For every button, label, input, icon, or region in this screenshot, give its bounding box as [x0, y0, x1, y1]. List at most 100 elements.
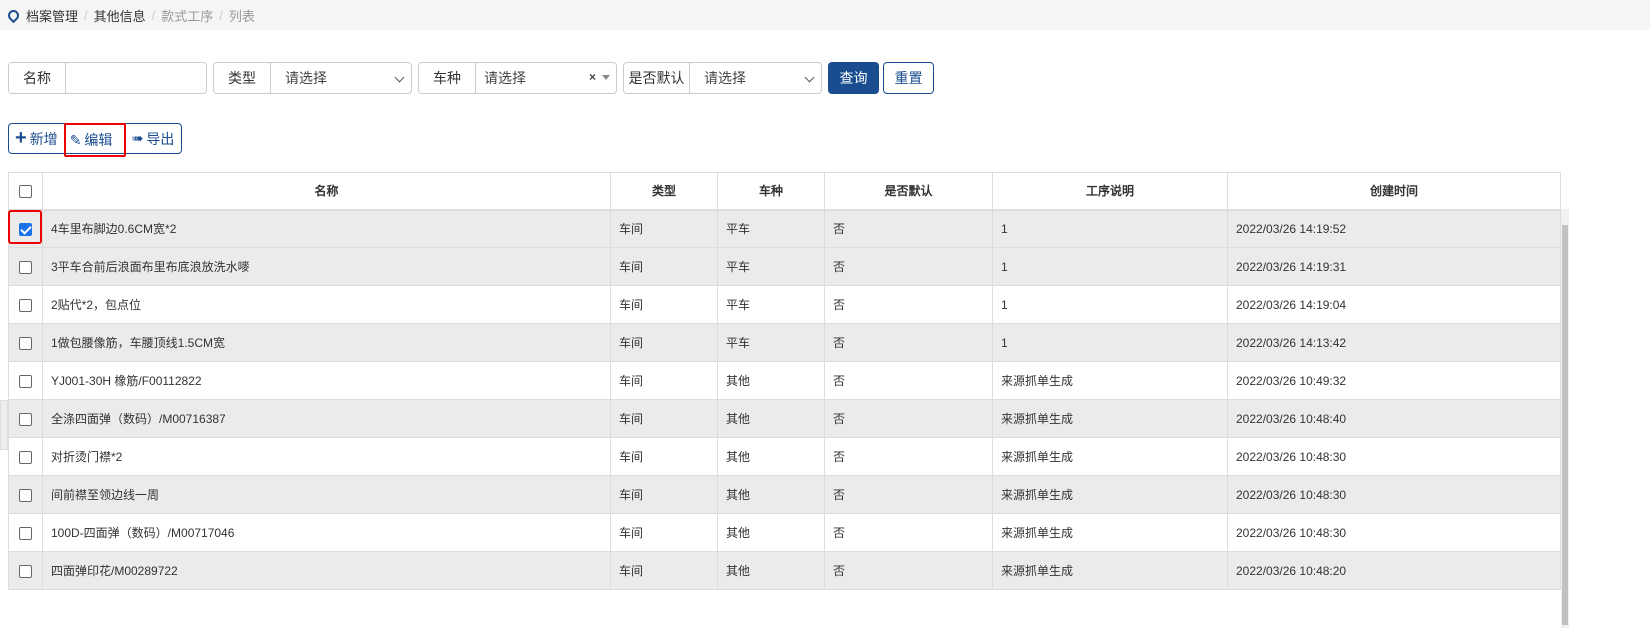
pencil-icon: ✎: [69, 131, 82, 148]
cell-created: 2022/03/26 14:19:31: [1227, 247, 1561, 286]
default-select[interactable]: 请选择: [690, 63, 821, 93]
cell-car: 其他: [717, 399, 825, 438]
cell-desc: 来源抓单生成: [992, 361, 1228, 400]
cell-name: 间前襟至领边线一周: [42, 475, 611, 514]
toolbar: + 新增 ✎ 编辑 ➠ 导出: [8, 123, 182, 157]
car-label: 车种: [419, 63, 476, 93]
cell-desc: 来源抓单生成: [992, 475, 1228, 514]
breadcrumb-item: 列表: [228, 8, 255, 24]
cell-car: 其他: [717, 437, 825, 476]
row-select-cell: [8, 513, 43, 552]
cell-name: 100D-四面弹（数码）/M00717046: [42, 513, 611, 552]
reset-button[interactable]: 重置: [883, 62, 934, 94]
row-checkbox[interactable]: [19, 564, 32, 578]
cell-desc: 来源抓单生成: [992, 551, 1228, 590]
highlight-box: [8, 210, 42, 244]
caret-down-icon: [602, 75, 610, 84]
cell-created: 2022/03/26 10:48:30: [1227, 475, 1561, 514]
add-button[interactable]: + 新增: [9, 124, 64, 153]
cell-name: 对折烫门襟*2: [42, 437, 611, 476]
row-checkbox[interactable]: [19, 526, 32, 540]
cell-default: 否: [824, 361, 993, 400]
cell-default: 否: [824, 513, 993, 552]
cell-default: 否: [824, 437, 993, 476]
cell-type: 车间: [610, 285, 718, 324]
row-select-cell: [8, 247, 43, 286]
table-row[interactable]: 1做包腰像筋，车腰顶线1.5CM宽 车间 平车否 1 2022/03/26 14:13:…: [8, 323, 1561, 362]
table-row[interactable]: 3平车合前后浪面布里布底浪放洗水嘜 车间 平车否 1 2022/03/26 14:19:…: [8, 247, 1561, 286]
select-all-checkbox[interactable]: [19, 184, 32, 198]
car-filter: 车种 请选择 ×: [418, 62, 617, 94]
export-button[interactable]: ➠ 导出: [126, 124, 181, 153]
type-label: 类型: [214, 63, 271, 93]
table-row[interactable]: 2贴代*2，包点位 车间 平车否 1 2022/03/26 14:19:04: [8, 285, 1561, 324]
table-row[interactable]: 间前襟至领边线一周 车间 其他否来源抓单生成 2022/03/26 10:48:30: [8, 475, 1561, 514]
table-row[interactable]: 全涤四面弹（数码）/M00716387 车间 其他否来源抓单生成 2022/03/26…: [8, 399, 1561, 438]
breadcrumb-item[interactable]: 其他信息: [94, 6, 146, 25]
cell-type: 车间: [610, 399, 718, 438]
row-checkbox[interactable]: [19, 374, 32, 388]
sidebar-toggle[interactable]: [0, 400, 8, 450]
row-checkbox[interactable]: [19, 488, 32, 502]
cell-car: 平车: [717, 285, 825, 324]
cell-type: 车间: [610, 513, 718, 552]
plus-icon: +: [15, 127, 27, 149]
cell-car: 其他: [717, 551, 825, 590]
cell-name: 四面弹印花/M00289722: [42, 551, 611, 590]
table-row[interactable]: 四面弹印花/M00289722 车间 其他否来源抓单生成 2022/03/26 10:…: [8, 551, 1561, 590]
table-row[interactable]: 100D-四面弹（数码）/M00717046 车间 其他否来源抓单生成 2022/03…: [8, 513, 1561, 552]
filter-bar: 名称 类型 请选择 车种 请选择 × 是否默认 请选择 查询 重置: [8, 62, 934, 94]
row-select-cell: [8, 551, 43, 590]
header-type[interactable]: 类型: [610, 172, 718, 211]
cell-car: 其他: [717, 513, 825, 552]
edit-button[interactable]: ✎ 编辑: [63, 123, 126, 157]
type-select[interactable]: 请选择: [271, 63, 411, 93]
row-checkbox[interactable]: [19, 260, 32, 274]
clear-icon[interactable]: ×: [589, 70, 596, 84]
type-select-value: 请选择: [285, 70, 327, 86]
data-table: 名称 类型 车种 是否默认 工序说明 创建时间 4车里布脚边0.6CM宽*2 车间…: [8, 172, 1561, 590]
cell-type: 车间: [610, 361, 718, 400]
row-checkbox[interactable]: [19, 298, 32, 312]
header-default[interactable]: 是否默认: [824, 172, 993, 211]
cell-car: 其他: [717, 475, 825, 514]
cell-car: 平车: [717, 323, 825, 362]
cell-car: 平车: [717, 247, 825, 286]
cell-car: 其他: [717, 361, 825, 400]
cell-desc: 1: [992, 285, 1228, 324]
table-row[interactable]: 4车里布脚边0.6CM宽*2 车间 平车否 1 2022/03/26 14:19:52: [8, 209, 1561, 248]
add-label: 新增: [29, 130, 58, 147]
cell-default: 否: [824, 475, 993, 514]
breadcrumb: 档案管理 / 其他信息 / 款式工序 / 列表: [0, 0, 1650, 30]
cell-type: 车间: [610, 247, 718, 286]
breadcrumb-item[interactable]: 档案管理: [26, 6, 78, 25]
table-row[interactable]: YJ001-30H 橡筋/F00112822 车间 其他否来源抓单生成 2022/03…: [8, 361, 1561, 400]
cell-desc: 1: [992, 209, 1228, 248]
cell-desc: 来源抓单生成: [992, 437, 1228, 476]
cell-type: 车间: [610, 323, 718, 362]
cell-created: 2022/03/26 14:19:04: [1227, 285, 1561, 324]
cell-default: 否: [824, 551, 993, 590]
cell-type: 车间: [610, 551, 718, 590]
scrollbar[interactable]: [1561, 209, 1569, 628]
header-created[interactable]: 创建时间: [1227, 172, 1561, 211]
row-select-cell: [8, 437, 43, 476]
scrollbar-thumb[interactable]: [1562, 225, 1568, 625]
cell-default: 否: [824, 399, 993, 438]
name-input[interactable]: [66, 63, 206, 93]
row-checkbox[interactable]: [19, 336, 32, 350]
cell-default: 否: [824, 285, 993, 324]
cell-created: 2022/03/26 14:13:42: [1227, 323, 1561, 362]
car-select[interactable]: 请选择 ×: [476, 63, 616, 93]
table-header: 名称 类型 车种 是否默认 工序说明 创建时间: [8, 172, 1561, 211]
row-checkbox[interactable]: [19, 412, 32, 426]
table-row[interactable]: 对折烫门襟*2 车间 其他否来源抓单生成 2022/03/26 10:48:30: [8, 437, 1561, 476]
header-desc[interactable]: 工序说明: [992, 172, 1228, 211]
location-pin-icon: [5, 7, 22, 23]
header-name[interactable]: 名称: [42, 172, 611, 211]
cell-created: 2022/03/26 10:48:30: [1227, 513, 1561, 552]
header-car[interactable]: 车种: [717, 172, 825, 211]
chevron-down-icon: [804, 72, 815, 83]
row-checkbox[interactable]: [19, 450, 32, 464]
search-button[interactable]: 查询: [828, 62, 879, 94]
